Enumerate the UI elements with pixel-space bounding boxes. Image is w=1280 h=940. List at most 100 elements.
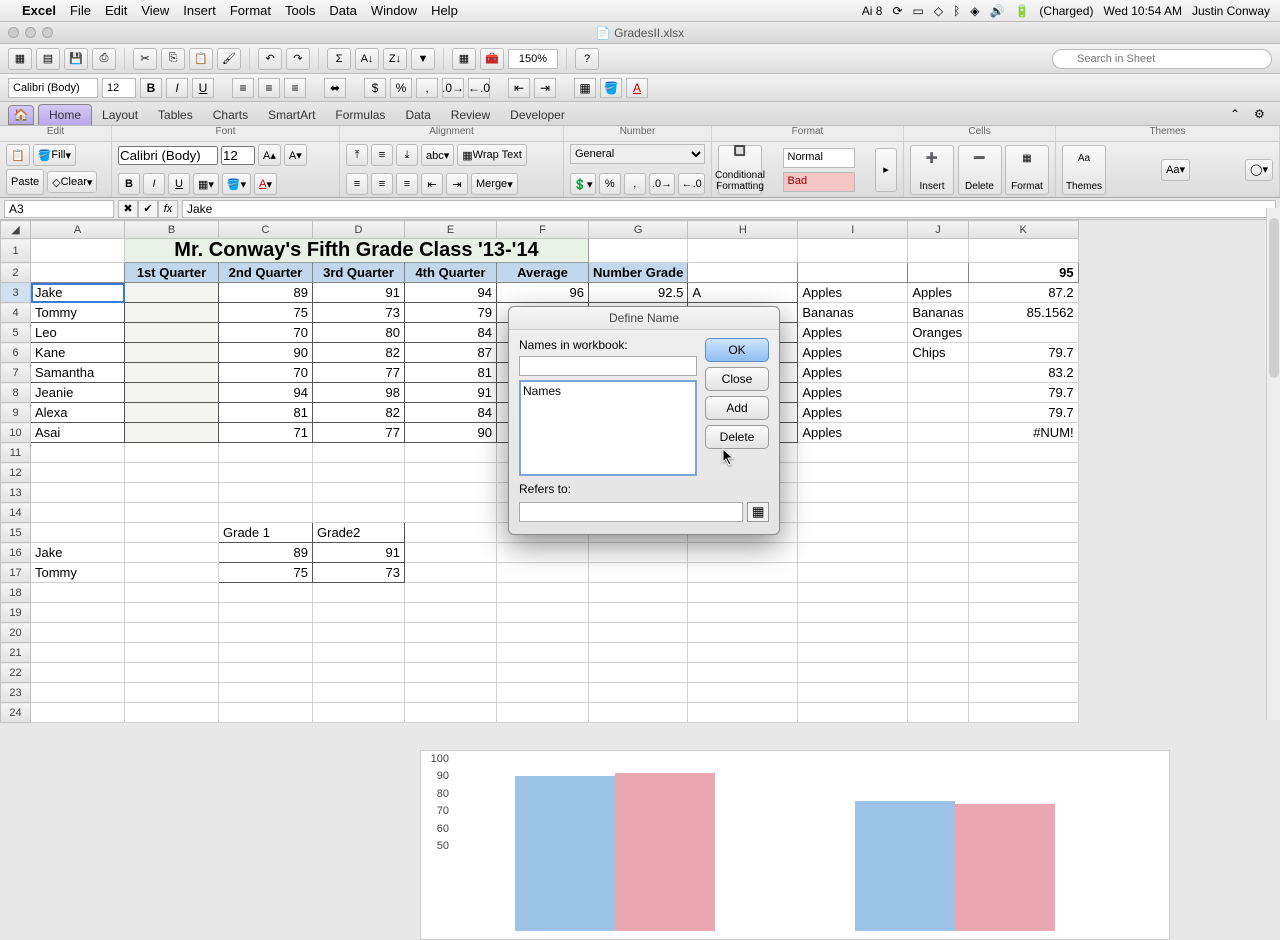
menu-format[interactable]: Format (230, 3, 271, 18)
percent-icon-r[interactable]: % (599, 173, 621, 195)
add-button[interactable]: Add (705, 396, 769, 420)
gallery-icon[interactable]: ▦ (452, 48, 476, 70)
copy-icon[interactable]: ⎘ (161, 48, 185, 70)
indent-icon-r[interactable]: ⇥ (446, 173, 468, 195)
outdent-icon-r[interactable]: ⇤ (421, 173, 443, 195)
tab-smartart[interactable]: SmartArt (258, 105, 325, 125)
styles-more-icon[interactable]: ▸ (875, 148, 897, 192)
themes-button[interactable]: AaThemes (1062, 145, 1106, 195)
filter-icon[interactable]: ▼ (411, 48, 435, 70)
fill-button[interactable]: 🪣 Fill ▾ (33, 144, 76, 166)
ribbon-underline[interactable]: U (168, 173, 190, 195)
align-middle-icon[interactable]: ≡ (371, 144, 393, 166)
tab-home[interactable]: Home (38, 104, 92, 125)
display-icon[interactable]: ▭ (913, 4, 924, 18)
user-name[interactable]: Justin Conway (1192, 4, 1270, 18)
traffic-lights[interactable] (8, 27, 53, 38)
autosum-icon[interactable]: Σ (327, 48, 351, 70)
align-right-icon[interactable]: ≡ (284, 78, 306, 98)
vertical-scrollbar[interactable] (1266, 208, 1280, 720)
dec-dec-icon[interactable]: ←.0 (678, 173, 705, 195)
delete-button-dialog[interactable]: Delete (705, 425, 769, 449)
undo-icon[interactable]: ↶ (258, 48, 282, 70)
datetime[interactable]: Wed 10:54 AM (1103, 4, 1182, 18)
sort-asc-icon[interactable]: A↓ (355, 48, 379, 70)
embedded-chart[interactable]: 5060708090100 (420, 750, 1170, 940)
menu-tools[interactable]: Tools (285, 3, 315, 18)
tab-tables[interactable]: Tables (148, 105, 203, 125)
format-painter-icon[interactable]: 🖌 (217, 48, 241, 70)
borders-icon[interactable]: ▦ (574, 78, 596, 98)
clear-button[interactable]: ◇ Clear ▾ (47, 171, 97, 193)
app-name[interactable]: Excel (22, 3, 56, 18)
ribbon-italic[interactable]: I (143, 173, 165, 195)
names-listbox[interactable]: Names (519, 380, 697, 476)
merge-icon[interactable]: ⬌ (324, 78, 346, 98)
volume-icon[interactable]: 🔊 (990, 4, 1005, 18)
insert-button[interactable]: ➕Insert (910, 145, 954, 195)
bold-button[interactable]: B (140, 78, 162, 98)
ok-button[interactable]: OK (705, 338, 769, 362)
ribbon-font-color-icon[interactable]: A▾ (254, 173, 277, 195)
menu-data[interactable]: Data (329, 3, 356, 18)
tab-data[interactable]: Data (395, 105, 440, 125)
name-input[interactable] (519, 356, 697, 376)
paste-split-icon[interactable]: 📋 (6, 144, 30, 166)
paste-button[interactable]: Paste (6, 169, 44, 195)
comma-icon[interactable]: , (416, 78, 438, 98)
percent-icon[interactable]: % (390, 78, 412, 98)
decrease-decimal-icon[interactable]: ←.0 (468, 78, 490, 98)
tab-developer[interactable]: Developer (500, 105, 575, 125)
tab-review[interactable]: Review (441, 105, 500, 125)
merge-button[interactable]: Merge ▾ (471, 173, 518, 195)
menu-view[interactable]: View (141, 3, 169, 18)
orientation-icon[interactable]: abc▾ (421, 144, 454, 166)
ribbon-borders-icon[interactable]: ▦▾ (193, 173, 219, 195)
increase-decimal-icon[interactable]: .0→ (442, 78, 464, 98)
underline-button[interactable]: U (192, 78, 214, 98)
ribbon-font-select[interactable] (118, 146, 218, 165)
shrink-font-icon[interactable]: A▾ (284, 144, 307, 166)
indent-icon[interactable]: ⇥ (534, 78, 556, 98)
theme-colors-icon[interactable]: ◯▾ (1245, 159, 1273, 181)
menu-file[interactable]: File (70, 3, 91, 18)
ribbon-fill-color-icon[interactable]: 🪣▾ (222, 173, 251, 195)
align-l-icon[interactable]: ≡ (346, 173, 368, 195)
italic-button[interactable]: I (166, 78, 188, 98)
toolbox-icon[interactable]: 🧰 (480, 48, 504, 70)
redo-icon[interactable]: ↷ (286, 48, 310, 70)
print-icon[interactable]: ⎙ (92, 48, 116, 70)
comma-icon-r[interactable]: , (624, 173, 646, 195)
range-picker-icon[interactable]: ▦ (747, 502, 769, 522)
number-format-select[interactable]: General (570, 144, 705, 164)
inc-dec-icon[interactable]: .0→ (649, 173, 676, 195)
align-r-icon[interactable]: ≡ (396, 173, 418, 195)
conditional-formatting-button[interactable]: 🔲Conditional Formatting (718, 145, 762, 195)
ribbon-bold[interactable]: B (118, 173, 140, 195)
align-left-icon[interactable]: ≡ (232, 78, 254, 98)
wrap-text-button[interactable]: ▦ Wrap Text (457, 144, 527, 166)
align-center-icon[interactable]: ≡ (258, 78, 280, 98)
ribbon-size-select[interactable] (221, 146, 255, 165)
refers-to-input[interactable] (519, 502, 743, 522)
wifi-icon[interactable]: ◈ (970, 4, 979, 18)
theme-fonts-icon[interactable]: Aa▾ (1161, 159, 1190, 181)
menu-edit[interactable]: Edit (105, 3, 127, 18)
formula-input[interactable] (182, 200, 1276, 218)
cancel-formula-icon[interactable]: ✖ (118, 200, 138, 218)
close-button[interactable]: Close (705, 367, 769, 391)
format-button[interactable]: ▦Format (1005, 145, 1049, 195)
search-input[interactable] (1052, 49, 1272, 69)
cut-icon[interactable]: ✂ (133, 48, 157, 70)
sync-icon[interactable]: ⟳ (892, 4, 902, 18)
currency-icon[interactable]: $ (364, 78, 386, 98)
dropbox-icon[interactable]: ◇ (934, 4, 943, 18)
tab-charts[interactable]: Charts (203, 105, 258, 125)
ribbon-settings-icon[interactable]: ⚙ (1254, 107, 1272, 125)
save-icon[interactable]: 💾 (64, 48, 88, 70)
outdent-icon[interactable]: ⇤ (508, 78, 530, 98)
menu-insert[interactable]: Insert (183, 3, 216, 18)
accept-formula-icon[interactable]: ✔ (138, 200, 158, 218)
style-bad[interactable]: Bad (783, 172, 855, 192)
tab-layout[interactable]: Layout (92, 105, 148, 125)
